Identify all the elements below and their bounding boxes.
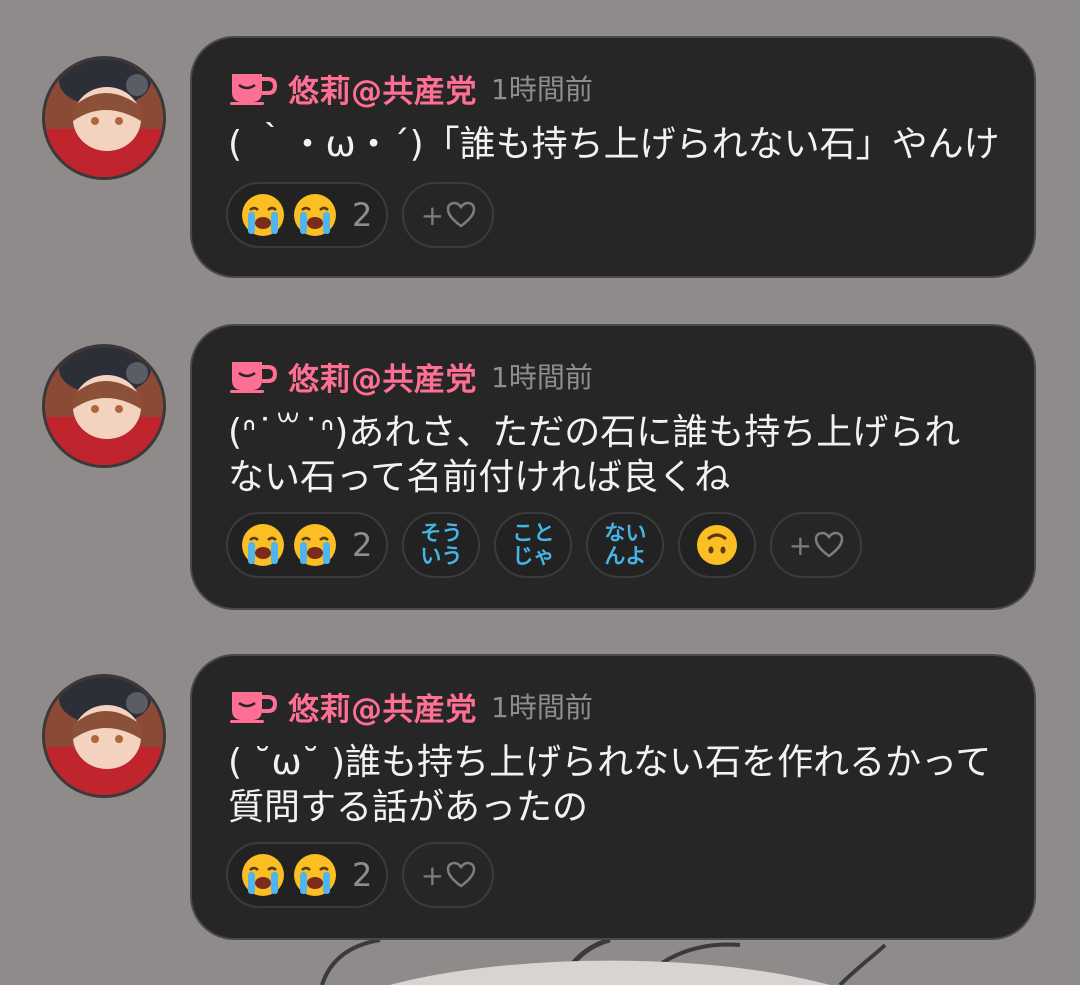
heart-outline-icon — [446, 861, 476, 888]
cup-icon — [230, 362, 278, 393]
note-bubble[interactable]: 悠莉@共産党 1時間前 ( ˘ω˘ )誰も持ち上げられない石を作れるかって 質問… — [190, 654, 1036, 940]
reaction-count: 2 — [352, 856, 373, 894]
add-reaction-button[interactable]: + — [402, 182, 495, 248]
reaction-count: 2 — [352, 196, 373, 234]
note-header: 悠莉@共産党 1時間前 — [228, 66, 593, 111]
avatar[interactable] — [42, 56, 166, 180]
add-label: + — [420, 198, 445, 232]
note-text: ( ｀・ω・´)「誰も持ち上げられない石」やんけ — [228, 124, 1000, 165]
note-header: 悠莉@共産党 1時間前 — [228, 354, 593, 399]
text-emoji-label: ない んよ — [604, 521, 647, 568]
note-text: ( ˘ω˘ )誰も持ち上げられない石を作れるかって 質問する話があったの — [228, 742, 992, 828]
upside-down-face-icon — [697, 525, 738, 565]
heart-outline-icon — [814, 531, 844, 558]
avatar[interactable] — [42, 344, 166, 468]
reaction-text-emoji[interactable]: そう いう — [402, 512, 481, 578]
timestamp[interactable]: 1時間前 — [491, 68, 593, 108]
timestamp[interactable]: 1時間前 — [491, 356, 593, 396]
username[interactable]: 悠莉@共産党 — [288, 66, 477, 111]
cup-icon — [230, 74, 278, 105]
add-label: + — [788, 528, 813, 562]
note-header: 悠莉@共産党 1時間前 — [228, 684, 593, 729]
add-reaction-button[interactable]: + — [770, 512, 863, 578]
timestamp[interactable]: 1時間前 — [491, 686, 593, 726]
username[interactable]: 悠莉@共産党 — [288, 354, 477, 399]
note-bubble[interactable]: 悠莉@共産党 1時間前 ( ｀・ω・´)「誰も持ち上げられない石」やんけ 2 + — [190, 36, 1036, 278]
reaction-cry[interactable]: 2 — [226, 182, 389, 248]
loudly-crying-face-icon — [294, 194, 336, 236]
loudly-crying-face-icon — [294, 524, 336, 566]
text-emoji-label: こと じゃ — [512, 521, 555, 568]
heart-outline-icon — [446, 201, 476, 228]
loudly-crying-face-icon — [242, 194, 284, 236]
reaction-bar: 2 + — [226, 182, 495, 248]
username[interactable]: 悠莉@共産党 — [288, 684, 477, 729]
note-text: (ᐢ˙꒳˙ᐢ)あれさ、ただの石に誰も持ち上げられ ない石って名前付ければ良くね — [228, 412, 961, 498]
loudly-crying-face-icon — [242, 854, 284, 896]
reaction-cry[interactable]: 2 — [226, 512, 389, 578]
reaction-text-emoji[interactable]: ない んよ — [586, 512, 665, 578]
loudly-crying-face-icon — [242, 524, 284, 566]
loudly-crying-face-icon — [294, 854, 336, 896]
reaction-cry[interactable]: 2 — [226, 842, 389, 908]
reaction-bar: 2 + — [226, 842, 495, 908]
reaction-upside-down[interactable] — [678, 512, 757, 578]
reaction-count: 2 — [352, 526, 373, 564]
avatar[interactable] — [42, 674, 166, 798]
reaction-bar: 2 そう いう こと じゃ ない んよ + — [226, 512, 863, 578]
note-bubble[interactable]: 悠莉@共産党 1時間前 (ᐢ˙꒳˙ᐢ)あれさ、ただの石に誰も持ち上げられ ない石… — [190, 324, 1036, 610]
add-label: + — [420, 858, 445, 892]
cup-icon — [230, 692, 278, 723]
text-emoji-label: そう いう — [420, 521, 463, 568]
reaction-text-emoji[interactable]: こと じゃ — [494, 512, 573, 578]
add-reaction-button[interactable]: + — [402, 842, 495, 908]
